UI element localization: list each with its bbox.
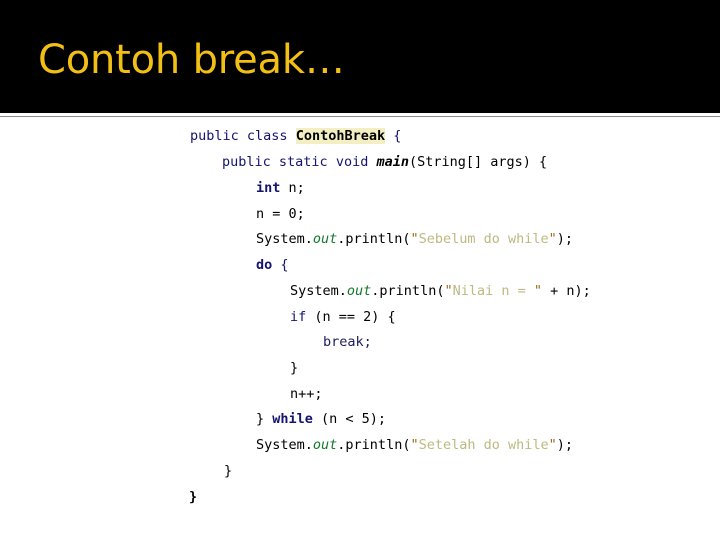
quote-token: " bbox=[444, 283, 453, 299]
statement-token: n++; bbox=[290, 386, 323, 402]
condition-token: (n == 2) { bbox=[306, 309, 396, 325]
title-divider bbox=[0, 116, 720, 117]
keyword-token: public bbox=[190, 128, 239, 144]
quote-token: " bbox=[410, 231, 419, 247]
code-line: public static void main(String[] args) { bbox=[222, 153, 547, 171]
quote-token: " bbox=[548, 437, 557, 453]
receiver-token: System. bbox=[256, 231, 313, 247]
call-end-token: ); bbox=[556, 231, 574, 247]
keyword-token: int bbox=[256, 180, 281, 196]
page-title: Contoh break… bbox=[38, 37, 345, 83]
declaration-token: n; bbox=[288, 180, 305, 196]
keyword-token: void bbox=[335, 154, 369, 170]
code-listing: public class ContohBreak { public static… bbox=[0, 118, 720, 540]
brace-token: } bbox=[224, 463, 233, 479]
brace-token: } bbox=[290, 360, 299, 376]
field-token: out bbox=[312, 437, 338, 453]
brace-token: } bbox=[189, 489, 198, 505]
code-line: } bbox=[290, 359, 298, 377]
brace-token: { bbox=[393, 128, 402, 144]
code-line: public class ContohBreak { bbox=[190, 127, 401, 145]
keyword-token: static bbox=[278, 154, 328, 170]
class-name-token: ContohBreak bbox=[295, 128, 386, 144]
code-line: n++; bbox=[290, 385, 323, 403]
code-line: break; bbox=[323, 333, 372, 351]
keyword-token: class bbox=[246, 128, 288, 144]
code-line: System.out.println("Sebelum do while"); bbox=[256, 230, 573, 248]
keyword-token: break; bbox=[323, 334, 372, 350]
keyword-token: while bbox=[272, 411, 313, 427]
receiver-token: System. bbox=[256, 437, 313, 453]
code-line: n = 0; bbox=[256, 205, 305, 223]
field-token: out bbox=[346, 283, 372, 299]
keyword-token: do bbox=[256, 257, 273, 273]
code-line: int n; bbox=[256, 179, 305, 197]
signature-token: (String[] args) { bbox=[409, 154, 548, 170]
quote-token: " bbox=[533, 283, 543, 299]
statement-token: n = 0; bbox=[256, 206, 305, 222]
code-line: if (n == 2) { bbox=[290, 308, 396, 326]
code-line: do { bbox=[256, 256, 289, 274]
keyword-token: if bbox=[290, 309, 307, 325]
quote-token: " bbox=[410, 437, 419, 453]
brace-token: { bbox=[272, 257, 289, 273]
code-line: } while (n < 5); bbox=[256, 410, 386, 428]
condition-token: (n < 5); bbox=[312, 411, 387, 427]
code-line: } bbox=[224, 462, 232, 480]
call-end-token: ); bbox=[556, 437, 574, 453]
code-line: } bbox=[189, 488, 197, 506]
slide: Contoh break… public class ContohBreak {… bbox=[0, 0, 720, 540]
method-name-token: main bbox=[376, 154, 410, 170]
brace-token: } bbox=[256, 411, 273, 427]
string-token: Setelah do while bbox=[418, 437, 549, 453]
receiver-token: System. bbox=[290, 283, 347, 299]
field-token: out bbox=[312, 231, 338, 247]
call-token: .println( bbox=[371, 283, 445, 299]
string-token: Sebelum do while bbox=[418, 231, 549, 247]
quote-token: " bbox=[548, 231, 557, 247]
code-line: System.out.println("Nilai n = " + n); bbox=[290, 282, 591, 300]
call-token: .println( bbox=[337, 437, 411, 453]
code-line: System.out.println("Setelah do while"); bbox=[256, 436, 573, 454]
call-token: .println( bbox=[337, 231, 411, 247]
string-token: Nilai n = bbox=[452, 283, 534, 299]
call-end-token: + n); bbox=[542, 283, 591, 299]
keyword-token: public bbox=[222, 154, 271, 170]
